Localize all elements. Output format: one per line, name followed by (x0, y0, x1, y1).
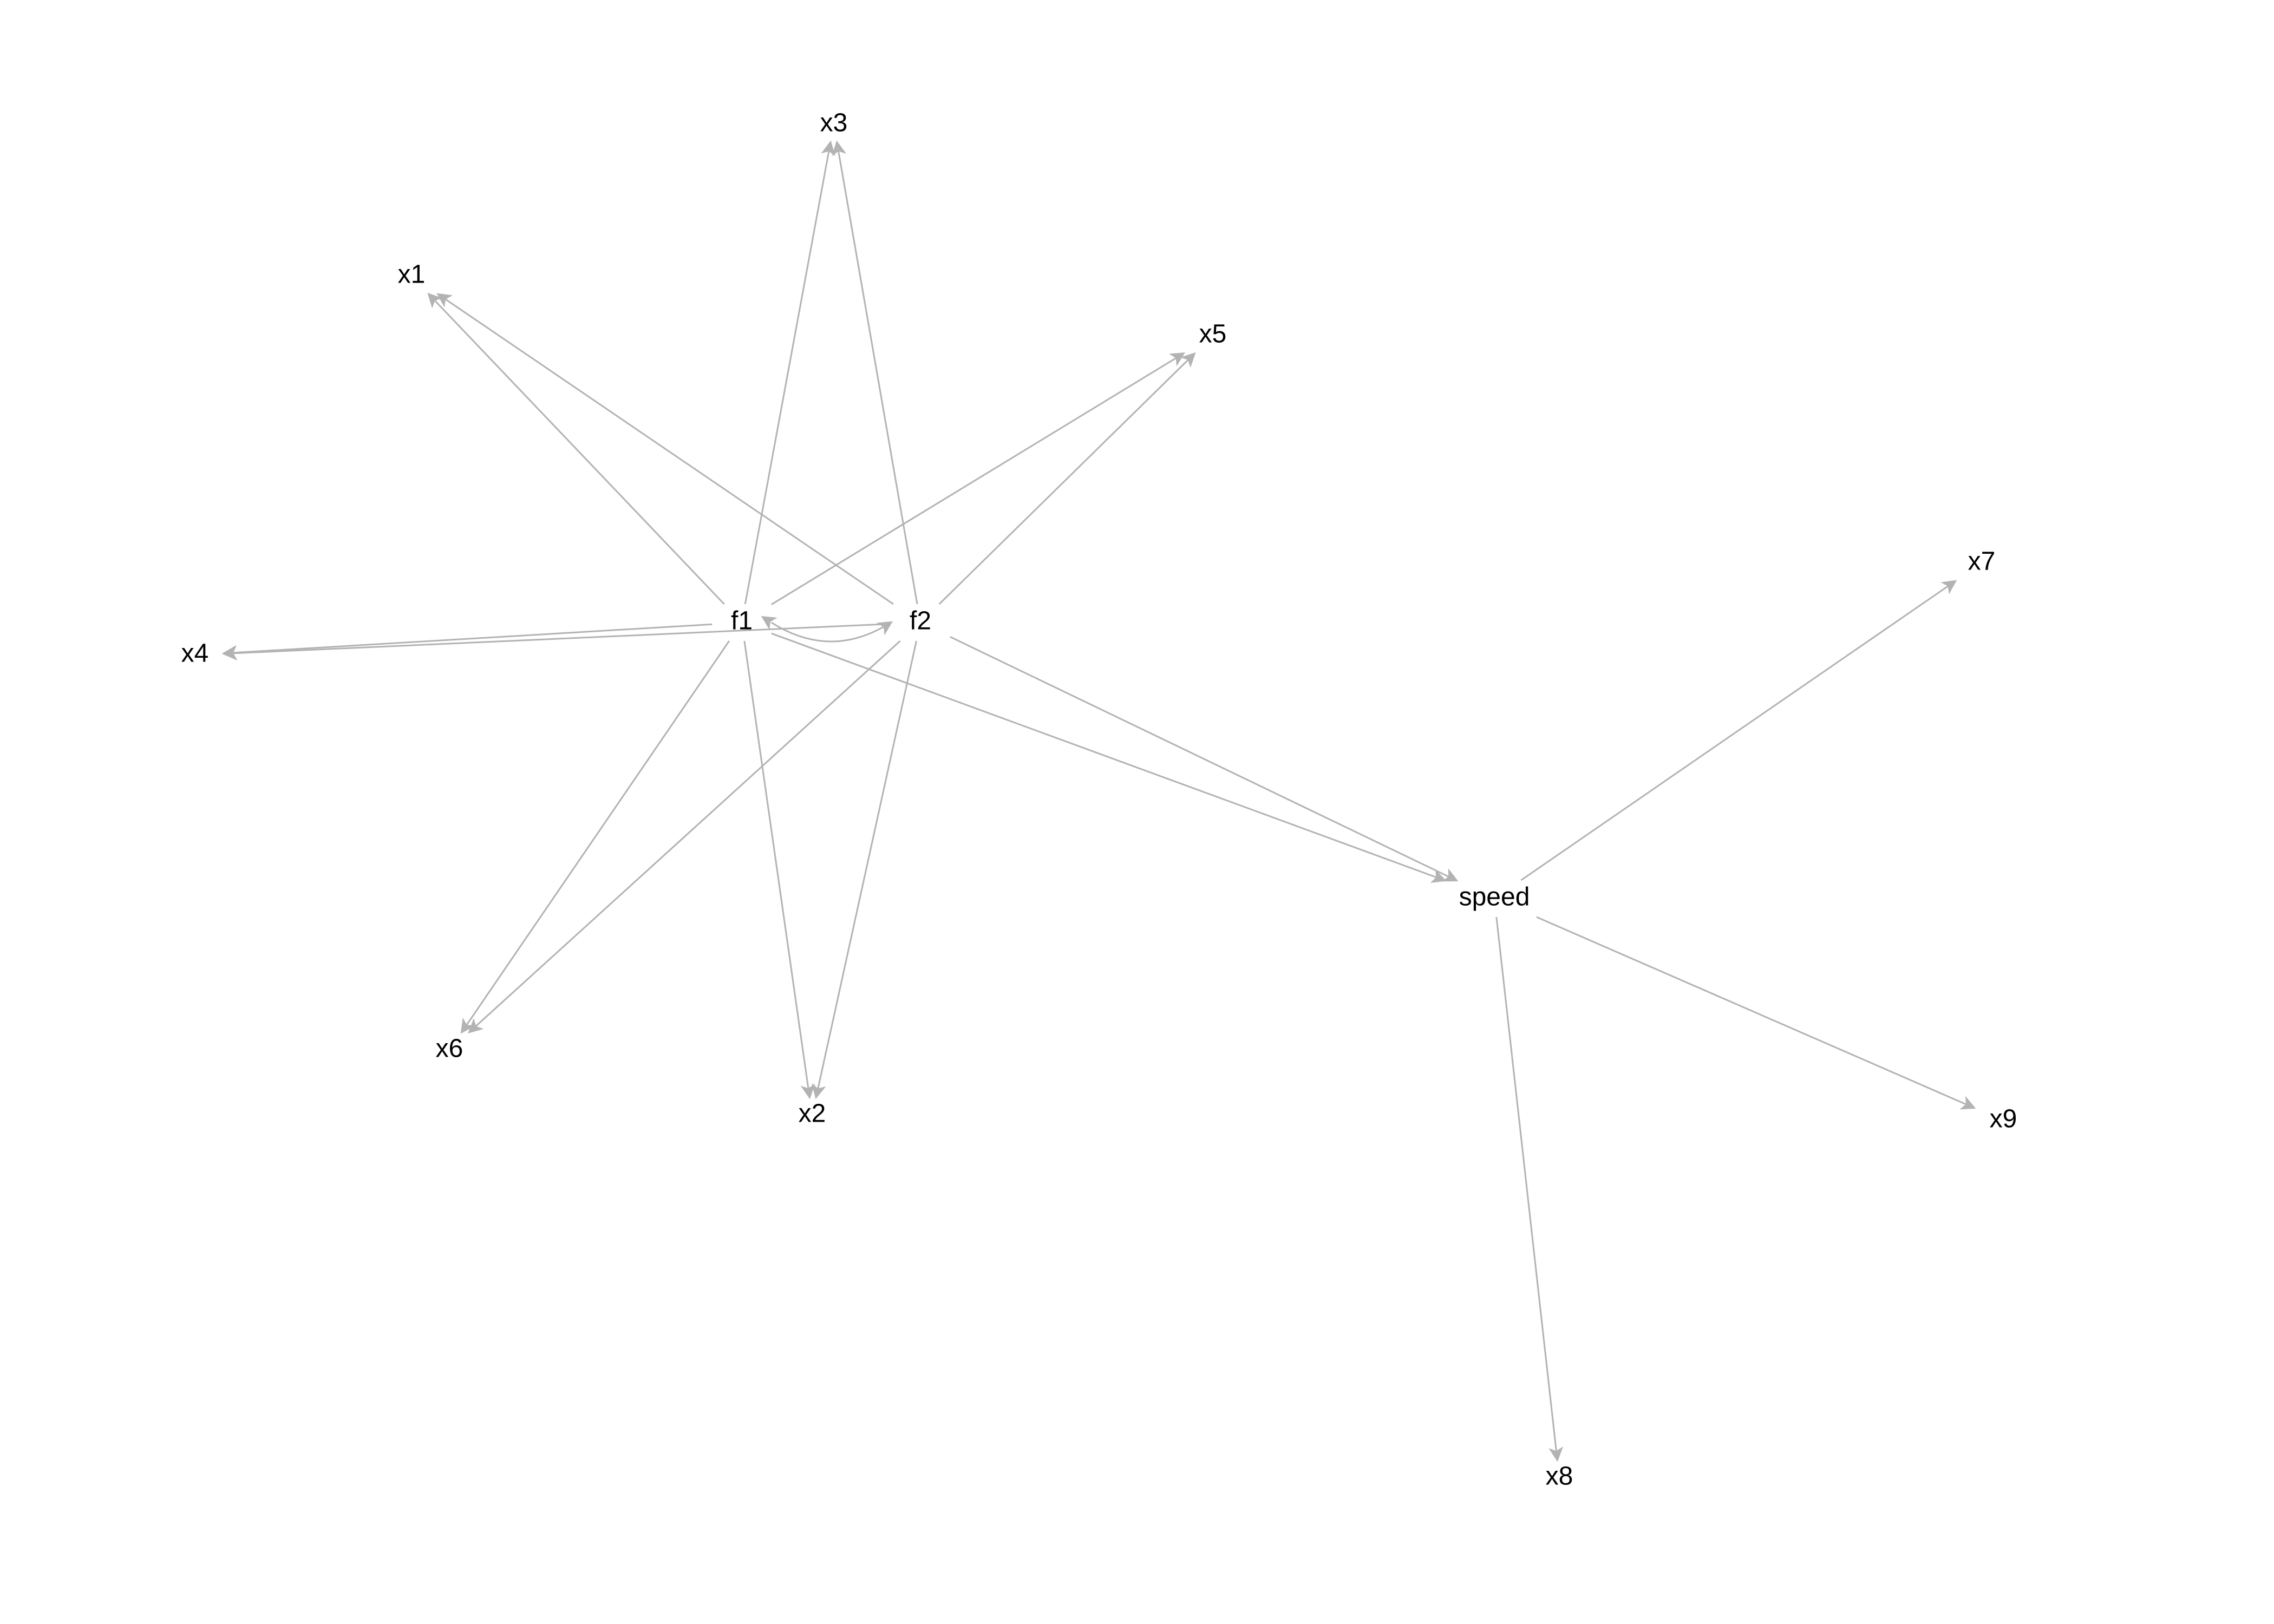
edge-speed-x7 (1521, 581, 1955, 880)
edge-f1-x2 (744, 641, 809, 1097)
edge-f1-x6 (462, 641, 729, 1032)
edge-f2-x2 (816, 641, 916, 1097)
edge-f1-x1 (429, 294, 724, 604)
node-x4: x4 (181, 639, 209, 668)
node-f1: f1 (731, 607, 753, 636)
node-x3: x3 (820, 109, 848, 137)
path-diagram: x1 x3 x5 x4 f1 f2 x7 x6 x2 speed x9 x8 (0, 0, 2274, 1624)
edge-speed-x9 (1537, 917, 1974, 1108)
node-x5: x5 (1199, 320, 1227, 349)
node-x2: x2 (799, 1099, 826, 1128)
node-x9: x9 (1990, 1105, 2017, 1134)
edge-speed-x8 (1497, 917, 1557, 1459)
edge-f2-speed (950, 637, 1456, 880)
edge-f2-x3 (837, 143, 917, 604)
node-x1: x1 (398, 260, 426, 289)
node-f2: f2 (910, 607, 931, 636)
node-x6: x6 (436, 1034, 463, 1063)
edge-f1-x4 (225, 624, 713, 653)
edge-f2-x1 (439, 294, 893, 604)
node-x7: x7 (1968, 547, 1996, 576)
edge-f1-x3 (745, 143, 830, 604)
node-speed: speed (1459, 883, 1530, 912)
edge-f2-x4 (225, 624, 891, 653)
edge-f2-x6 (469, 641, 900, 1032)
node-x8: x8 (1546, 1462, 1573, 1491)
